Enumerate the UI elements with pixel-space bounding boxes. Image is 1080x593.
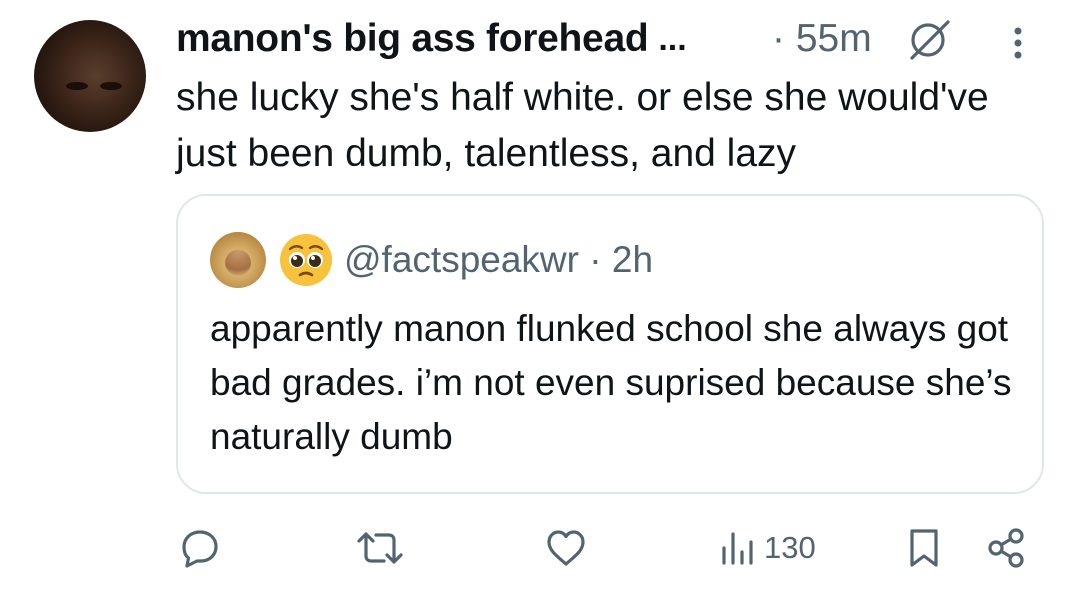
views-count: 130 [764,530,816,565]
heart-icon [544,526,588,570]
avatar-hair [210,232,266,288]
name-truncation: ... [658,19,687,58]
analytics-icon [718,526,758,570]
quoted-author-avatar[interactable] [210,232,266,288]
tweet-time[interactable]: · 55m [772,14,872,64]
retweet-button[interactable] [356,520,404,576]
share-icon [984,526,1028,570]
grok-icon[interactable] [904,18,956,62]
share-button[interactable] [984,520,1028,576]
author-name[interactable]: manon's big ass forehead [176,17,649,61]
avatar-eye [100,82,122,90]
quoted-tweet-text: apparently manon flunked school she alwa… [210,308,1012,457]
tweet-text: she lucky she's half white. or else she … [176,76,989,175]
author-avatar[interactable] [34,20,146,132]
pleading-face-emoji [278,232,334,288]
avatar-eye [66,82,88,90]
bookmark-icon [906,526,942,570]
quoted-tweet[interactable]: @factspeakwr · 2h apparently manon flunk… [176,194,1044,494]
quoted-author-handle[interactable]: @factspeakwr · 2h [344,236,653,284]
quoted-time: · 2h [589,239,654,280]
bookmark-button[interactable] [906,520,942,576]
retweet-icon [356,526,404,570]
more-vertical-icon[interactable] [1008,18,1028,68]
views-button[interactable]: 130 [718,520,816,576]
quoted-handle-text[interactable]: @factspeakwr [344,239,579,280]
action-bar: 130 [0,520,1080,576]
like-button[interactable] [544,520,588,576]
reply-icon [178,526,222,570]
reply-button[interactable] [178,520,222,576]
